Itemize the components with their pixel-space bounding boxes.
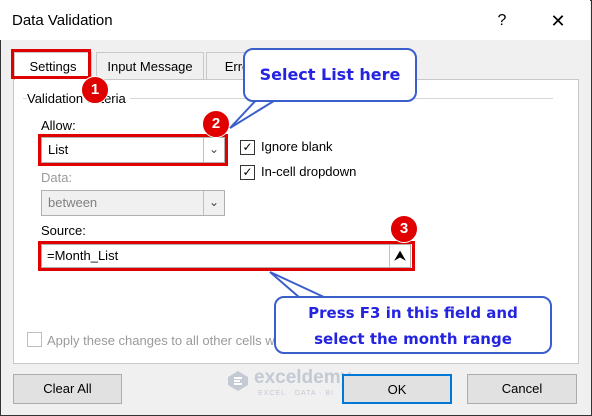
callout-line-2: select the month range [314, 330, 512, 348]
callout-press-f3: Press F3 in this field and select the mo… [274, 296, 552, 354]
cancel-button[interactable]: Cancel [467, 374, 577, 404]
exceldemy-logo-icon [228, 371, 248, 391]
watermark-tagline: EXCEL · DATA · BI [258, 390, 334, 397]
watermark-name: exceldemy [254, 367, 352, 388]
clear-all-button[interactable]: Clear All [13, 374, 122, 404]
ok-button[interactable]: OK [342, 374, 452, 404]
callout-line-1: Press F3 in this field and [308, 304, 518, 322]
callout-select-list: Select List here [243, 48, 417, 102]
